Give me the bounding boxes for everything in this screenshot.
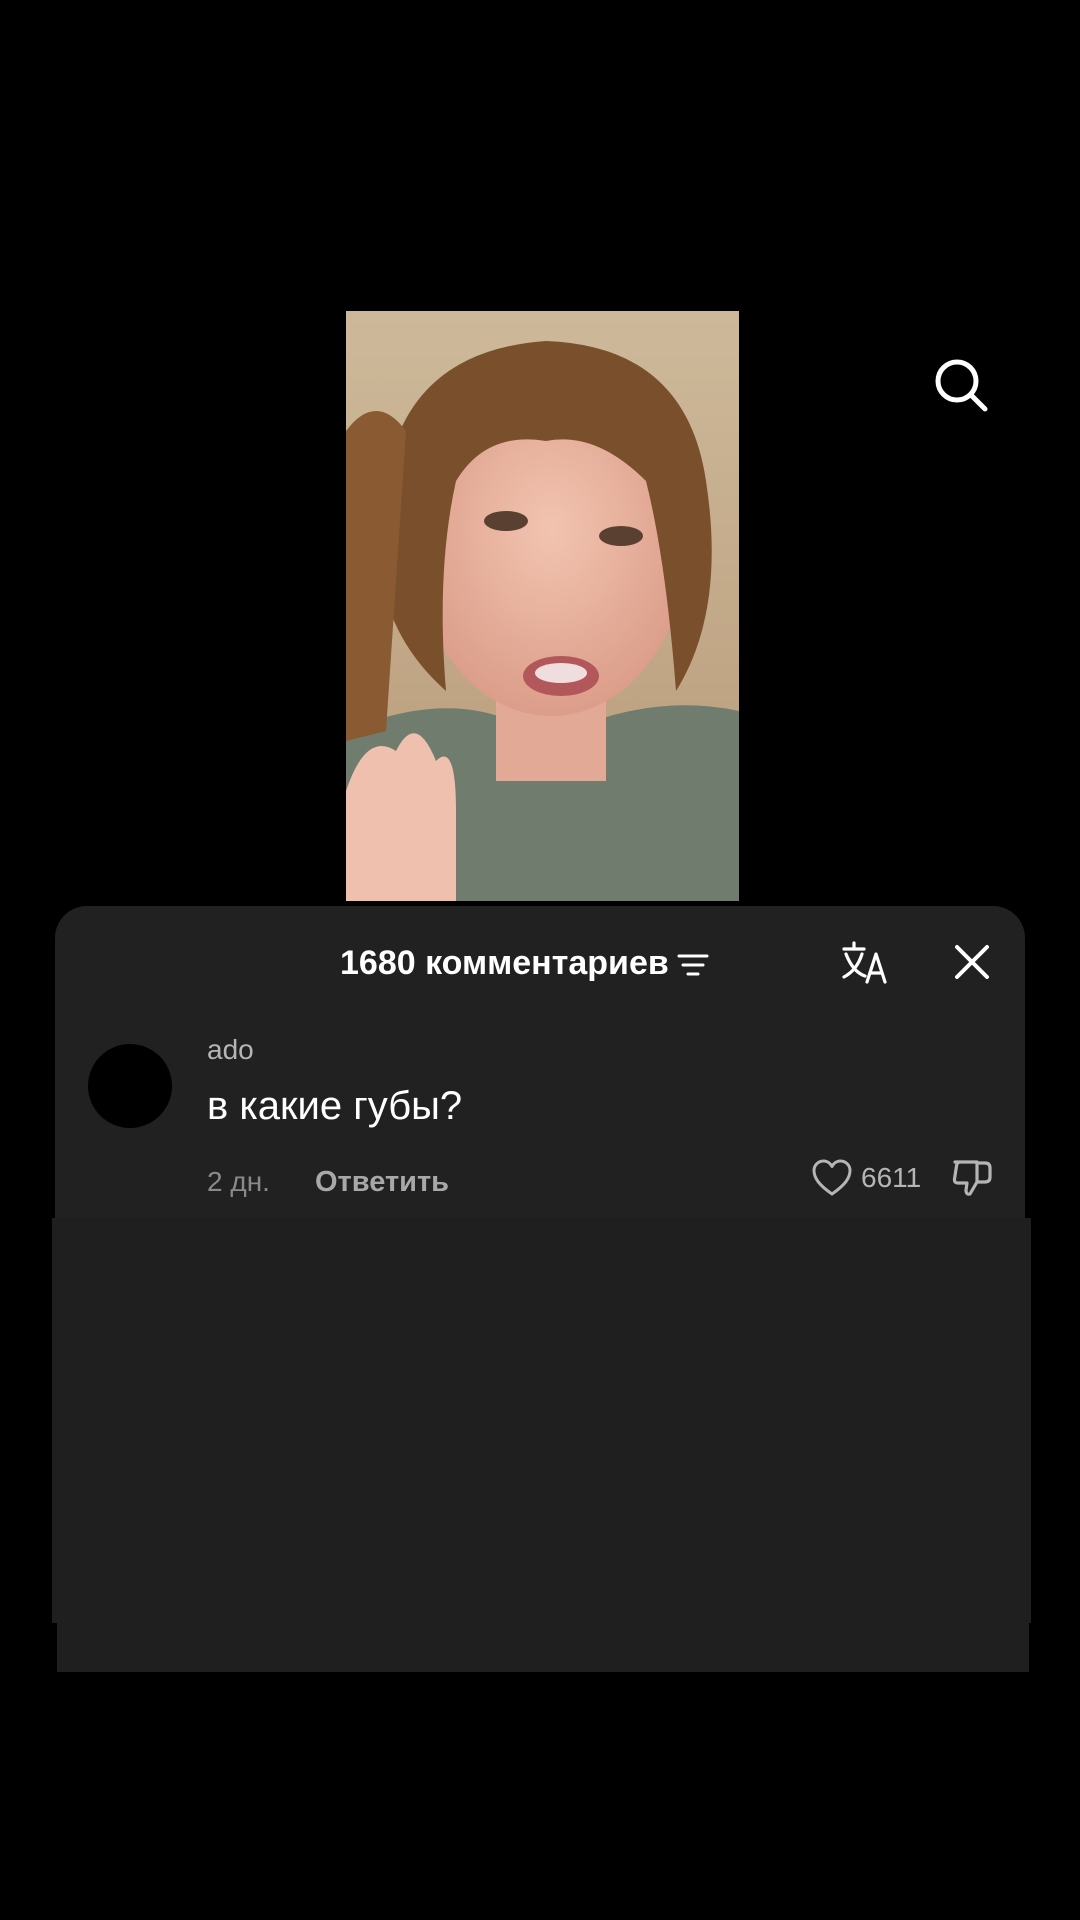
comments-count-label: 1680 комментариев — [340, 943, 669, 982]
like-count: 6611 — [861, 1162, 922, 1193]
dislike-button[interactable] — [951, 1156, 995, 1198]
comments-header: 1680 комментариев — [55, 906, 1025, 1018]
reply-button[interactable]: Ответить — [315, 1166, 449, 1199]
comments-sheet: 1680 комментариев ado в какие губы? 2 дн… — [55, 906, 1025, 1219]
translate-icon — [842, 941, 887, 984]
video-preview[interactable] — [346, 311, 739, 901]
thumbs-down-icon — [952, 1160, 992, 1196]
sort-lines-icon[interactable] — [677, 949, 709, 977]
comment-item: ado в какие губы? 2 дн. Ответить 6611 — [55, 1026, 1025, 1226]
heart-icon — [811, 1158, 853, 1198]
translate-button[interactable] — [841, 940, 889, 986]
close-icon — [955, 945, 989, 979]
search-icon — [935, 359, 988, 412]
comment-timestamp: 2 дн. — [207, 1166, 270, 1197]
like-button[interactable]: 6611 — [811, 1156, 921, 1200]
comments-list-area — [52, 1218, 1031, 1623]
comment-username[interactable]: ado — [207, 1034, 254, 1066]
avatar[interactable] — [88, 1044, 172, 1128]
comments-title[interactable]: 1680 комментариев — [340, 938, 709, 988]
comments-sheet-bottom — [57, 1622, 1029, 1672]
video-frame-image — [346, 311, 739, 901]
comment-text: в какие губы? — [207, 1084, 463, 1128]
close-button[interactable] — [952, 942, 992, 982]
search-button[interactable] — [932, 356, 990, 414]
